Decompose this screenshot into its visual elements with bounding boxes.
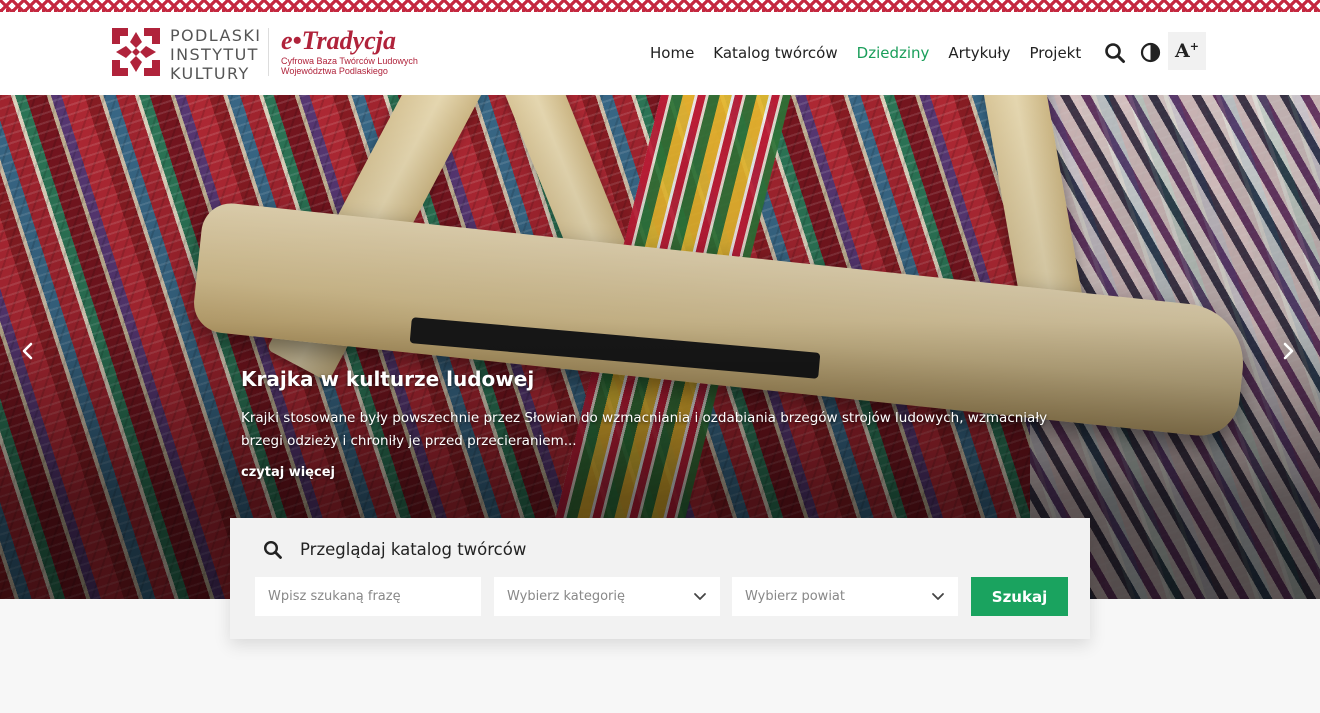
read-more-link[interactable]: czytaj więcej <box>241 465 335 480</box>
nav-item-dziedziny[interactable]: Dziedziny <box>857 44 930 62</box>
institute-logo-icon[interactable] <box>112 28 160 76</box>
main-nav: Home Katalog twórców Dziedziny Artykuły … <box>650 40 1100 66</box>
chevron-down-icon <box>694 592 706 600</box>
nav-item-katalog-tworcow[interactable]: Katalog twórców <box>713 44 837 62</box>
nav-item-projekt[interactable]: Projekt <box>1029 44 1081 62</box>
nav-item-artykuly[interactable]: Artykuły <box>948 44 1010 62</box>
phrase-input[interactable] <box>268 589 468 604</box>
contrast-icon[interactable] <box>1140 42 1161 63</box>
nav-item-home[interactable]: Home <box>650 44 694 62</box>
decorative-pattern-border <box>0 0 1320 12</box>
search-icon[interactable] <box>1104 42 1126 64</box>
search-submit-button[interactable]: Szukaj <box>971 577 1068 616</box>
hero-text: Krajki stosowane były powszechnie przez … <box>241 410 1048 449</box>
institute-name-line: PODLASKI <box>170 26 262 45</box>
chevron-left-icon[interactable] <box>16 339 40 363</box>
site-header: PODLASKI INSTYTUT KULTURY e•Tradycja Cyf… <box>0 12 1320 95</box>
product-subtitle-line: Cyfrowa Baza Twórców Ludowych <box>281 56 418 66</box>
institute-name-line: INSTYTUT <box>170 45 259 64</box>
font-size-label: A <box>1175 40 1190 62</box>
search-panel-title: Przeglądaj katalog twórców <box>300 540 527 559</box>
product-subtitle-line: Województwa Podlaskiego <box>281 66 388 76</box>
institute-name[interactable]: PODLASKI INSTYTUT KULTURY <box>170 26 265 83</box>
product-subtitle: Cyfrowa Baza Twórców Ludowych Województw… <box>281 56 431 76</box>
font-size-toggle-button[interactable]: A + <box>1168 32 1206 70</box>
category-select[interactable]: Wybierz kategorię <box>494 577 720 616</box>
institute-name-line: KULTURY <box>170 64 250 83</box>
chevron-down-icon <box>932 592 944 600</box>
search-icon <box>263 540 282 559</box>
category-select-value: Wybierz kategorię <box>507 589 626 604</box>
logo-divider <box>268 28 269 76</box>
chevron-right-icon[interactable] <box>1276 339 1300 363</box>
catalog-search-panel: Przeglądaj katalog twórców Wybierz kateg… <box>230 518 1090 639</box>
hero-title: Krajka w kulturze ludowej <box>241 367 535 391</box>
phrase-field[interactable] <box>255 577 481 616</box>
product-title[interactable]: e•Tradycja <box>281 26 396 56</box>
district-select-value: Wybierz powiat <box>745 589 845 604</box>
district-select[interactable]: Wybierz powiat <box>732 577 958 616</box>
font-size-plus: + <box>1189 39 1199 53</box>
